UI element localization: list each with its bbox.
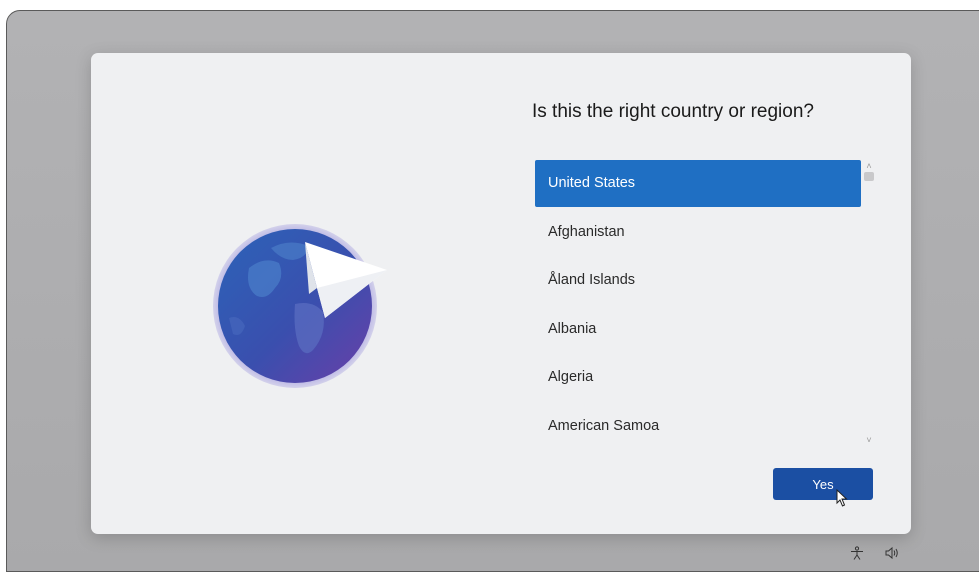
mouse-cursor-icon	[836, 489, 848, 507]
list-item[interactable]: Algeria	[535, 354, 861, 401]
list-scrollbar[interactable]: ˄ ˅	[862, 161, 876, 445]
accessibility-icon[interactable]	[849, 546, 865, 560]
yes-button[interactable]: Yes	[773, 468, 873, 500]
scroll-thumb[interactable]	[864, 172, 874, 181]
country-list[interactable]: United States Afghanistan Åland Islands …	[535, 160, 876, 446]
scroll-down-icon[interactable]: ˅	[864, 435, 874, 445]
list-item[interactable]: American Samoa	[535, 403, 861, 447]
globe-with-paper-plane-icon	[213, 224, 387, 388]
setup-dialog: Is this the right country or region? Uni…	[91, 53, 911, 534]
volume-icon[interactable]	[884, 546, 900, 560]
screen: Is this the right country or region? Uni…	[6, 10, 979, 572]
list-item[interactable]: Afghanistan	[535, 209, 861, 256]
page-title: Is this the right country or region?	[532, 101, 814, 122]
list-item-selected[interactable]: United States	[535, 160, 861, 207]
list-item[interactable]: Albania	[535, 306, 861, 353]
scroll-up-icon[interactable]: ˄	[864, 161, 874, 171]
list-item[interactable]: Åland Islands	[535, 257, 861, 304]
globe-illustration	[209, 208, 409, 398]
